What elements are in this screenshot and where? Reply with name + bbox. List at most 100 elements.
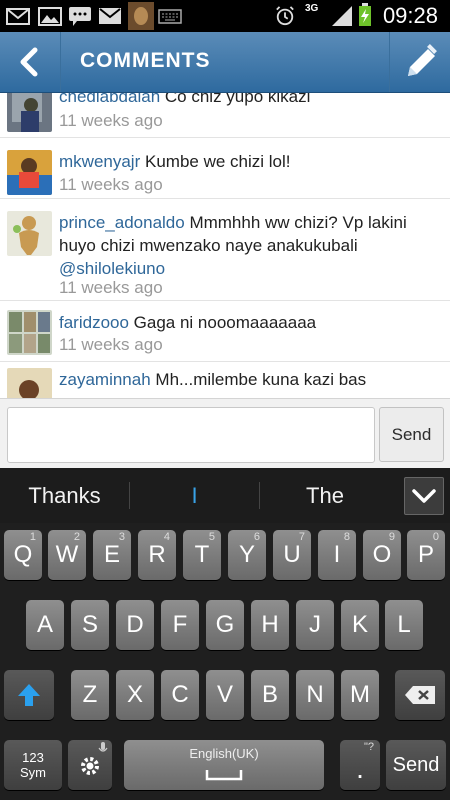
comment-item: zayaminnah Mh...milembe kuna kazi bas [0, 362, 450, 398]
back-button[interactable] [0, 32, 61, 92]
comment-username[interactable]: chediabdalah [59, 93, 160, 106]
comment-username[interactable]: zayaminnah [59, 370, 151, 389]
key-q[interactable]: 1Q [4, 530, 42, 580]
key-hint: 9 [388, 531, 395, 543]
send-key[interactable]: Send [386, 740, 446, 790]
key-label: O [372, 541, 392, 568]
comments-list[interactable]: chediabdalah Co chiz yupo kikazi 11 week… [0, 93, 450, 398]
key-j[interactable]: J [296, 600, 334, 650]
suggestion-thanks[interactable]: Thanks [0, 468, 129, 523]
space-bar-icon [205, 770, 243, 781]
key-b[interactable]: B [251, 670, 289, 720]
key-m[interactable]: M [341, 670, 379, 720]
avatar[interactable] [7, 211, 52, 256]
key-hint: 8 [343, 531, 350, 543]
shift-arrow-icon [18, 684, 40, 706]
key-v[interactable]: V [206, 670, 244, 720]
keyboard-icon [158, 9, 182, 24]
comment-time: 11 weeks ago [59, 335, 163, 354]
avatar[interactable] [7, 310, 52, 355]
send-comment-button[interactable]: Send [379, 407, 444, 462]
gallery-icon [38, 7, 62, 26]
comment-time: 11 weeks ago [59, 175, 163, 194]
comment-text: Mh...milembe kuna kazi bas [155, 370, 367, 389]
collapse-suggestions-button[interactable] [404, 477, 444, 515]
battery-charging-icon [359, 3, 371, 26]
comment-item: prince_adonaldo Mmmhhh ww chizi? Vp laki… [0, 199, 450, 301]
key-hint: 2 [73, 531, 80, 543]
key-o[interactable]: 9O [363, 530, 401, 580]
comment-mention[interactable]: @shilolekiuno [59, 259, 165, 278]
comment-input[interactable] [7, 407, 375, 463]
key-hint: 7 [298, 531, 305, 543]
settings-key[interactable] [68, 740, 112, 790]
shift-key[interactable] [4, 670, 54, 720]
comment-item: chediabdalah Co chiz yupo kikazi 11 week… [0, 93, 450, 138]
comment-time: 11 weeks ago [59, 278, 163, 297]
avatar[interactable] [7, 368, 52, 398]
key-label: U [283, 541, 301, 568]
key-f[interactable]: F [161, 600, 199, 650]
comment-username[interactable]: mkwenyajr [59, 152, 140, 171]
backspace-icon [405, 686, 435, 704]
comment-item: mkwenyajr Kumbe we chizi lol! 11 weeks a… [0, 138, 450, 199]
microphone-icon [98, 742, 108, 752]
key-hint: 1 [29, 531, 36, 543]
key-d[interactable]: D [116, 600, 154, 650]
suggestion-i[interactable]: I [130, 468, 259, 523]
key-y[interactable]: 6Y [228, 530, 266, 580]
key-h[interactable]: H [251, 600, 289, 650]
app-header: COMMENTS [0, 32, 450, 93]
bird-notification-icon [128, 2, 154, 30]
key-a[interactable]: A [26, 600, 64, 650]
key-u[interactable]: 7U [273, 530, 311, 580]
key-z[interactable]: Z [71, 670, 109, 720]
key-x[interactable]: X [116, 670, 154, 720]
back-chevron-icon [20, 47, 38, 77]
key-label: P [417, 541, 434, 568]
comment-item: faridzooo Gaga ni nooomaaaaaaa 11 weeks … [0, 301, 450, 362]
comment-username[interactable]: prince_adonaldo [59, 213, 185, 232]
page-title: COMMENTS [80, 49, 211, 72]
comment-text: Gaga ni nooomaaaaaaa [133, 313, 317, 332]
avatar[interactable] [7, 93, 52, 132]
key-hint: "? [363, 741, 374, 753]
symbols-key[interactable]: 123 Sym [4, 740, 62, 790]
key-label: I [333, 541, 341, 568]
key-label: . [356, 753, 364, 784]
period-key[interactable]: "? . [340, 740, 380, 790]
chat-icon [69, 7, 91, 26]
key-l[interactable]: L [385, 600, 423, 650]
key-g[interactable]: G [206, 600, 244, 650]
suggestion-the[interactable]: The [260, 468, 390, 523]
keyboard-suggestion-bar: Thanks I The [0, 468, 450, 523]
pencil-icon [408, 44, 437, 76]
chevron-down-icon [412, 489, 436, 503]
comment-username[interactable]: faridzooo [59, 313, 129, 332]
key-n[interactable]: N [296, 670, 334, 720]
space-key[interactable]: English(UK) [124, 740, 324, 790]
avatar[interactable] [7, 150, 52, 195]
status-bar: 3G 09:28 [0, 0, 450, 32]
key-s[interactable]: S [71, 600, 109, 650]
key-e[interactable]: 3E [93, 530, 131, 580]
key-label: R [148, 541, 166, 568]
key-hint: 0 [432, 531, 439, 543]
alarm-icon [276, 6, 294, 26]
key-w[interactable]: 2W [48, 530, 86, 580]
key-k[interactable]: K [341, 600, 379, 650]
key-c[interactable]: C [161, 670, 199, 720]
key-hint: 3 [118, 531, 125, 543]
key-p[interactable]: 0P [407, 530, 445, 580]
edit-button[interactable] [389, 32, 450, 92]
comment-compose-bar: Send [0, 398, 450, 469]
key-t[interactable]: 5T [183, 530, 221, 580]
key-i[interactable]: 8I [318, 530, 356, 580]
comment-text: Co chiz yupo kikazi [164, 93, 311, 106]
key-hint: 4 [163, 531, 170, 543]
gmail-icon [99, 8, 121, 24]
key-label: Y [238, 541, 255, 568]
key-r[interactable]: 4R [138, 530, 176, 580]
key-label: T [194, 541, 210, 568]
backspace-key[interactable] [395, 670, 445, 720]
